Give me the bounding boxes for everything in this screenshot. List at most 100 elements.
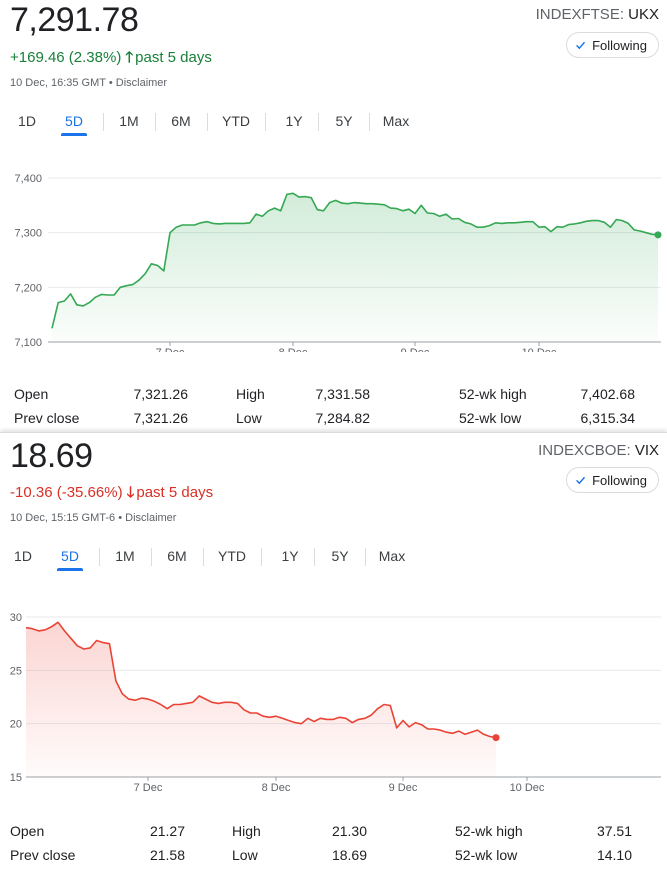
tab-5d[interactable]: 5D — [61, 108, 87, 138]
tab-separator — [207, 113, 208, 131]
exchange-prefix: INDEXCBOE: — [538, 442, 635, 459]
tab-1d[interactable]: 1D — [14, 108, 40, 138]
current-price: 7,291.78 — [10, 1, 139, 39]
tab-separator — [265, 113, 266, 131]
following-label: Following — [592, 37, 647, 53]
tab-1m[interactable]: 1M — [115, 108, 143, 138]
change-value: +169.46 (2.38%) — [10, 49, 122, 66]
timestamp-disclaimer[interactable]: 10 Dec, 16:35 GMT • Disclaimer — [10, 77, 167, 89]
tab-separator — [261, 548, 262, 566]
ticker-label[interactable]: INDEXFTSE: UKX — [536, 6, 659, 23]
tab-1y[interactable]: 1Y — [282, 108, 306, 138]
stat-value-prev-close: 7,321.26 — [133, 410, 189, 426]
last-point — [492, 734, 500, 742]
tab-separator — [314, 548, 315, 566]
tab-max[interactable]: Max — [373, 543, 411, 573]
stat-label-high: High — [236, 386, 265, 402]
following-label: Following — [592, 472, 647, 488]
stat-value-low: 7,284.82 — [315, 410, 371, 426]
tab-separator — [99, 548, 100, 566]
tab-ytd[interactable]: YTD — [215, 543, 249, 573]
arrow-down-icon: 🡓 — [126, 484, 135, 501]
arrow-up-icon: 🡑 — [125, 49, 134, 66]
change-period: past 5 days — [135, 49, 212, 66]
current-price: 18.69 — [10, 437, 93, 475]
series-area — [26, 622, 496, 777]
x-tick-label: 9 Dec — [389, 782, 418, 793]
y-tick-label: 15 — [10, 772, 22, 784]
range-tabs: 1D 5D 1M 6M YTD 1Y 5Y Max — [0, 108, 667, 138]
stat-value-52wk-low: 14.10 — [596, 847, 632, 863]
stat-label-open: Open — [10, 823, 45, 839]
tab-ytd[interactable]: YTD — [219, 108, 253, 138]
stat-value-low: 18.69 — [331, 847, 367, 863]
x-tick-label: 7 Dec — [156, 347, 185, 352]
y-tick-label: 7,300 — [14, 228, 42, 240]
range-tabs: 1D 5D 1M 6M YTD 1Y 5Y Max — [0, 543, 667, 573]
ticker-symbol: UKX — [628, 6, 659, 23]
stat-label-open: Open — [14, 386, 49, 402]
price-change: -10.36 (-35.66%) 🡓 past 5 days — [10, 482, 213, 507]
tab-5d[interactable]: 5D — [57, 543, 83, 573]
tab-5y[interactable]: 5Y — [331, 108, 357, 138]
y-tick-label: 7,400 — [14, 173, 42, 185]
tab-max[interactable]: Max — [377, 108, 415, 138]
tab-6m[interactable]: 6M — [163, 543, 191, 573]
tab-6m[interactable]: 6M — [167, 108, 195, 138]
stat-value-prev-close: 21.58 — [149, 847, 185, 863]
stat-value-52wk-high: 7,402.68 — [580, 386, 636, 402]
check-icon — [576, 41, 586, 50]
last-point — [654, 231, 662, 239]
tab-1m[interactable]: 1M — [111, 543, 139, 573]
y-tick-label: 7,100 — [14, 337, 42, 349]
tab-separator — [365, 548, 366, 566]
stat-value-open: 7,321.26 — [133, 386, 189, 402]
x-tick-label: 7 Dec — [134, 782, 163, 793]
price-chart[interactable]: 7,100 7,200 7,300 7,400 7 Dec 8 Dec 9 Dec 10 De… — [0, 152, 667, 352]
stat-value-52wk-high: 37.51 — [596, 823, 632, 839]
tab-5y[interactable]: 5Y — [327, 543, 353, 573]
stat-label-52wk-high: 52-wk high — [459, 386, 527, 402]
stat-label-high: High — [232, 823, 261, 839]
series-area — [52, 193, 658, 342]
stat-label-low: Low — [232, 847, 258, 863]
stat-label-52wk-low: 52-wk low — [459, 410, 522, 426]
tab-1d[interactable]: 1D — [10, 543, 36, 573]
stat-label-52wk-high: 52-wk high — [455, 823, 523, 839]
ticker-label[interactable]: INDEXCBOE: VIX — [538, 442, 659, 459]
timestamp-disclaimer[interactable]: 10 Dec, 15:15 GMT-6 • Disclaimer — [10, 512, 176, 524]
stat-label-prev-close: Prev close — [10, 847, 76, 863]
y-tick-label: 30 — [10, 612, 22, 624]
stat-value-open: 21.27 — [149, 823, 185, 839]
x-tick-label: 10 Dec — [522, 347, 557, 352]
stat-value-high: 7,331.58 — [315, 386, 371, 402]
tab-separator — [203, 548, 204, 566]
tab-1y[interactable]: 1Y — [278, 543, 302, 573]
ticker-symbol: VIX — [634, 442, 659, 459]
stat-label-52wk-low: 52-wk low — [455, 847, 518, 863]
exchange-prefix: INDEXFTSE: — [535, 6, 629, 23]
tab-separator — [155, 113, 156, 131]
x-tick-label: 8 Dec — [279, 347, 308, 352]
x-tick-label: 8 Dec — [262, 782, 291, 793]
check-icon — [576, 476, 586, 485]
following-button[interactable]: Following — [566, 467, 659, 493]
change-value: -10.36 (-35.66%) — [10, 484, 123, 501]
following-button[interactable]: Following — [566, 32, 659, 58]
tab-separator — [103, 113, 104, 131]
x-tick-label: 10 Dec — [510, 782, 545, 793]
price-chart[interactable]: 15 20 25 30 7 Dec 8 Dec 9 Dec 10 Dec — [0, 583, 667, 793]
stat-label-low: Low — [236, 410, 262, 426]
ftse-panel: 7,291.78 INDEXFTSE: UKX Following +169.4… — [0, 0, 667, 432]
stat-value-high: 21.30 — [331, 823, 367, 839]
tab-separator — [318, 113, 319, 131]
change-period: past 5 days — [136, 484, 214, 501]
stat-label-prev-close: Prev close — [14, 410, 80, 426]
y-tick-label: 7,200 — [14, 282, 42, 294]
stat-value-52wk-low: 6,315.34 — [580, 410, 636, 426]
tab-separator — [151, 548, 152, 566]
y-tick-label: 20 — [10, 719, 22, 731]
tab-separator — [369, 113, 370, 131]
price-change: +169.46 (2.38%) 🡑 past 5 days — [10, 47, 212, 72]
x-tick-label: 9 Dec — [401, 347, 430, 352]
